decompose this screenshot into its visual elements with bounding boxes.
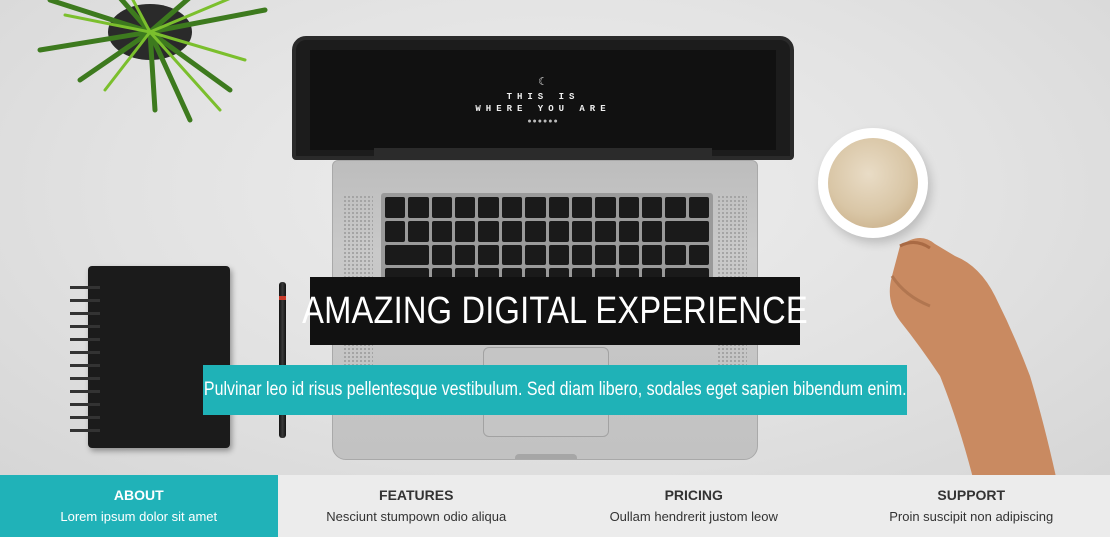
laptop-notch: [515, 454, 577, 459]
hand-image: [889, 238, 1056, 475]
bottom-nav: ABOUT Lorem ipsum dolor sit amet FEATURE…: [0, 475, 1110, 537]
moon-icon: ☾: [538, 74, 548, 88]
nav-item-subtitle: Lorem ipsum dolor sit amet: [60, 509, 218, 524]
coffee-cup-image: [818, 128, 928, 238]
nav-item-support[interactable]: SUPPORT Proin suscipit non adipiscing: [832, 475, 1110, 537]
screen-text-line2: WHERE YOU ARE: [475, 103, 611, 114]
screen-text-line1: THIS IS: [506, 91, 580, 102]
headline-banner: AMAZING DIGITAL EXPERIENCE: [302, 277, 808, 345]
nav-item-about[interactable]: ABOUT Lorem ipsum dolor sit amet: [0, 475, 278, 537]
laptop-lid: ☾ THIS IS WHERE YOU ARE ●●●●●●: [292, 36, 794, 160]
nav-item-features[interactable]: FEATURES Nesciunt stumpown odio aliqua: [277, 475, 555, 537]
laptop-screen: ☾ THIS IS WHERE YOU ARE ●●●●●●: [310, 50, 776, 150]
notebook-rings: [70, 280, 100, 434]
nav-item-subtitle: Nesciunt stumpown odio aliqua: [326, 509, 507, 524]
nav-item-title: ABOUT: [113, 487, 164, 503]
nav-item-pricing[interactable]: PRICING Oullam hendrerit justom leow: [555, 475, 833, 537]
page-title: AMAZING DIGITAL EXPERIENCE: [302, 289, 808, 332]
screen-dots-icon: ●●●●●●: [527, 117, 559, 125]
nav-item-subtitle: Oullam hendrerit justom leow: [609, 509, 778, 524]
nav-item-title: PRICING: [664, 487, 723, 503]
nav-item-title: FEATURES: [379, 487, 454, 503]
notebook-image: [70, 266, 230, 448]
subheadline-banner: Pulvinar leo id risus pellentesque vesti…: [203, 365, 907, 415]
plant-image: [37, 0, 268, 123]
hero-banner: ☾ THIS IS WHERE YOU ARE ●●●●●● AMAZING D…: [0, 0, 1110, 475]
coffee-foam: [828, 138, 918, 228]
page-subtitle: Pulvinar leo id risus pellentesque vesti…: [203, 379, 907, 400]
nav-item-title: SUPPORT: [937, 487, 1006, 503]
nav-item-subtitle: Proin suscipit non adipiscing: [889, 509, 1054, 524]
